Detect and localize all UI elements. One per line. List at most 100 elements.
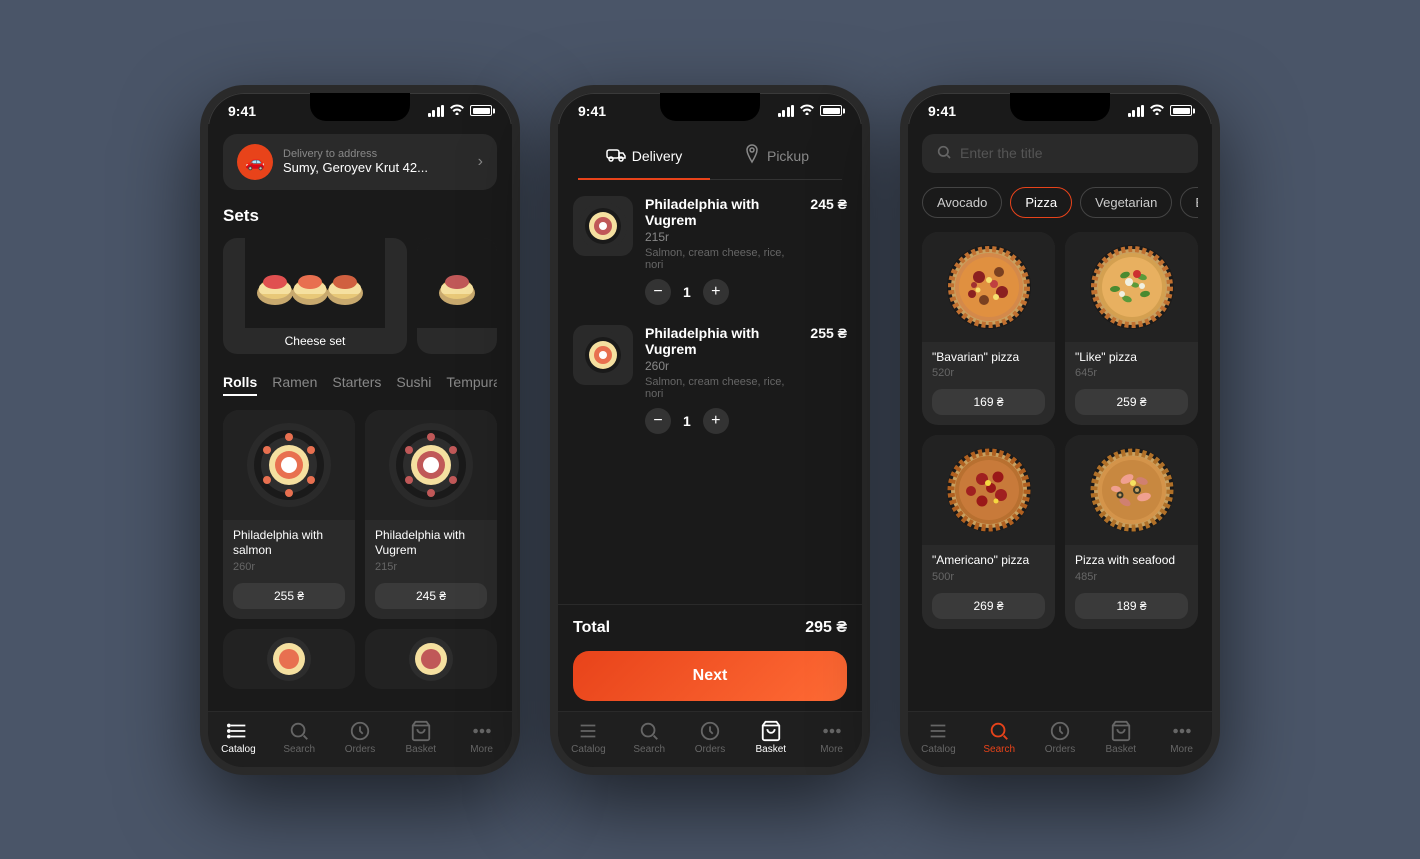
item-card-4[interactable] bbox=[365, 629, 497, 689]
status-time-3: 9:41 bbox=[928, 103, 956, 119]
basket-desc-1: Salmon, cream cheese, rice, nori bbox=[645, 247, 798, 271]
item-price-btn-2[interactable]: 245 ₴ bbox=[375, 583, 487, 609]
notch-2 bbox=[660, 93, 760, 121]
item-price-btn-1[interactable]: 255 ₴ bbox=[233, 583, 345, 609]
signal-icon bbox=[428, 105, 445, 117]
basket-icon-3 bbox=[1110, 720, 1132, 742]
delivery-car-icon: 🚗 bbox=[237, 144, 273, 180]
catalog-icon-2 bbox=[577, 720, 599, 742]
pickup-tab-icon bbox=[743, 144, 761, 169]
nav2-catalog-label: Catalog bbox=[571, 744, 605, 755]
nav3-search[interactable]: Search bbox=[969, 720, 1030, 755]
search-screen: Enter the title Avocado Pizza Vegetarian… bbox=[908, 124, 1212, 767]
total-label: Total bbox=[573, 619, 610, 637]
chip-vegetarian[interactable]: Vegetarian bbox=[1080, 187, 1172, 218]
like-pizza-name: "Like" pizza bbox=[1075, 350, 1188, 366]
tab-starters[interactable]: Starters bbox=[332, 374, 381, 396]
delivery-text: Delivery to address Sumy, Geroyev Krut 4… bbox=[283, 148, 468, 175]
nav-catalog-label: Catalog bbox=[221, 744, 255, 755]
set-card-cheese[interactable]: Cheese set bbox=[223, 238, 407, 354]
orders-icon-2 bbox=[699, 720, 721, 742]
qty-increase-1[interactable]: + bbox=[703, 279, 729, 305]
nav-more-label: More bbox=[470, 744, 493, 755]
pizza-card-americano[interactable]: "Americano" pizza 500r 269 ₴ bbox=[922, 435, 1055, 629]
item-card-3[interactable] bbox=[223, 629, 355, 689]
nav2-catalog[interactable]: Catalog bbox=[558, 720, 619, 755]
nav-orders-label: Orders bbox=[345, 744, 376, 755]
bavarian-pizza-price[interactable]: 169 ₴ bbox=[932, 389, 1045, 415]
item-image-1 bbox=[223, 410, 355, 520]
nav-orders[interactable]: Orders bbox=[330, 720, 391, 755]
total-amount: 295 ₴ bbox=[805, 619, 847, 637]
pizza-card-bavarian[interactable]: "Bavarian" pizza 520r 169 ₴ bbox=[922, 232, 1055, 426]
search-bar[interactable]: Enter the title bbox=[922, 134, 1198, 173]
search-placeholder-text: Enter the title bbox=[960, 145, 1043, 161]
tab-delivery[interactable]: Delivery bbox=[578, 134, 710, 179]
americano-pizza-price[interactable]: 269 ₴ bbox=[932, 593, 1045, 619]
nav-basket[interactable]: Basket bbox=[390, 720, 451, 755]
chip-avocado[interactable]: Avocado bbox=[922, 187, 1002, 218]
tab-ramen[interactable]: Ramen bbox=[272, 374, 317, 396]
basket-price-2: 255 ₴ bbox=[810, 325, 847, 341]
basket-header: Delivery Pickup bbox=[558, 124, 862, 196]
signal-icon-3 bbox=[1128, 105, 1145, 117]
nav3-basket[interactable]: Basket bbox=[1090, 720, 1151, 755]
delivery-bar[interactable]: 🚗 Delivery to address Sumy, Geroyev Krut… bbox=[223, 134, 497, 190]
qty-decrease-1[interactable]: − bbox=[645, 279, 671, 305]
basket-weight-2: 260r bbox=[645, 359, 798, 373]
like-pizza-weight: 645r bbox=[1075, 367, 1188, 379]
basket-name-1: Philadelphia with Vugrem bbox=[645, 196, 798, 228]
item-card-2[interactable]: Philadelphia with Vugrem 215r 245 ₴ bbox=[365, 410, 497, 619]
nav3-more[interactable]: More bbox=[1151, 720, 1212, 755]
set-card-2[interactable] bbox=[417, 238, 497, 354]
nav-more[interactable]: More bbox=[451, 720, 512, 755]
more-nav-icon bbox=[471, 720, 493, 742]
sets-row: Cheese set bbox=[223, 238, 497, 354]
next-button[interactable]: Next bbox=[573, 651, 847, 701]
like-pizza-price[interactable]: 259 ₴ bbox=[1075, 389, 1188, 415]
basket-screen: Delivery Pickup bbox=[558, 124, 862, 767]
basket-content: Philadelphia with Vugrem 215r Salmon, cr… bbox=[558, 196, 862, 604]
items-grid: Philadelphia with salmon 260r 255 ₴ bbox=[223, 410, 497, 689]
item-info-1: Philadelphia with salmon 260r bbox=[223, 520, 355, 577]
basket-controls-1: − 1 + bbox=[645, 279, 798, 305]
nav3-orders[interactable]: Orders bbox=[1030, 720, 1091, 755]
nav-catalog[interactable]: Catalog bbox=[208, 720, 269, 755]
pizza-card-seafood[interactable]: Pizza with seafood 485r 189 ₴ bbox=[1065, 435, 1198, 629]
seafood-pizza-price[interactable]: 189 ₴ bbox=[1075, 593, 1188, 619]
chip-burgers[interactable]: Burgers bbox=[1180, 187, 1198, 218]
nav-search[interactable]: Search bbox=[269, 720, 330, 755]
delivery-tabs: Delivery Pickup bbox=[578, 134, 842, 180]
tab-sushi[interactable]: Sushi bbox=[396, 374, 431, 396]
basket-icon-2 bbox=[760, 720, 782, 742]
pizza-card-like[interactable]: "Like" pizza 645r 259 ₴ bbox=[1065, 232, 1198, 426]
search-icon-nav3 bbox=[988, 720, 1010, 742]
americano-pizza-image bbox=[922, 435, 1055, 545]
nav2-search[interactable]: Search bbox=[619, 720, 680, 755]
tab-pickup[interactable]: Pickup bbox=[710, 134, 842, 179]
nav3-catalog-label: Catalog bbox=[921, 744, 955, 755]
qty-increase-2[interactable]: + bbox=[703, 408, 729, 434]
basket-item-1: Philadelphia with Vugrem 215r Salmon, cr… bbox=[573, 196, 847, 305]
category-tabs: Rolls Ramen Starters Sushi Tempura bbox=[223, 374, 497, 396]
notch-3 bbox=[1010, 93, 1110, 121]
qty-decrease-2[interactable]: − bbox=[645, 408, 671, 434]
search-icon-3 bbox=[936, 144, 952, 163]
more-icon-3 bbox=[1171, 720, 1193, 742]
tab-rolls[interactable]: Rolls bbox=[223, 374, 257, 396]
nav2-basket[interactable]: Basket bbox=[740, 720, 801, 755]
phone-search: 9:41 bbox=[900, 85, 1220, 775]
item-card-1[interactable]: Philadelphia with salmon 260r 255 ₴ bbox=[223, 410, 355, 619]
nav2-more[interactable]: More bbox=[801, 720, 862, 755]
item-image-2 bbox=[365, 410, 497, 520]
cheese-set-label: Cheese set bbox=[223, 328, 407, 354]
search-icon-2 bbox=[638, 720, 660, 742]
tab-tempura[interactable]: Tempura bbox=[446, 374, 497, 396]
nav3-catalog[interactable]: Catalog bbox=[908, 720, 969, 755]
battery-icon-2 bbox=[820, 105, 842, 116]
item-info-2: Philadelphia with Vugrem 215r bbox=[365, 520, 497, 577]
nav2-orders[interactable]: Orders bbox=[680, 720, 741, 755]
chip-pizza[interactable]: Pizza bbox=[1010, 187, 1072, 218]
bavarian-pizza-weight: 520r bbox=[932, 367, 1045, 379]
nav-search-label: Search bbox=[283, 744, 315, 755]
